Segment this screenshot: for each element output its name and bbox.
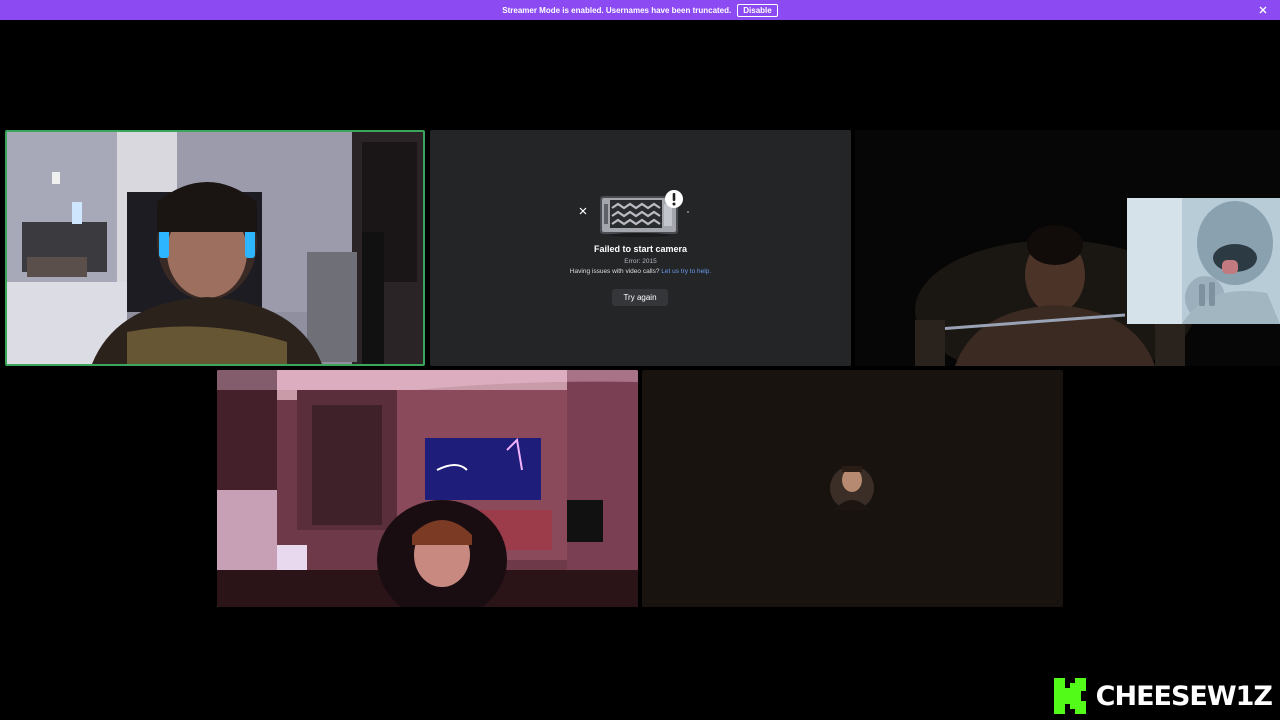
participant-1-video <box>7 132 423 364</box>
camera-help-text: Having issues with video calls? Let us t… <box>430 268 851 275</box>
participant-4-video <box>217 370 638 607</box>
pip-video <box>1127 198 1280 324</box>
banner-close-button[interactable] <box>1256 3 1270 17</box>
video-tile-participant-4[interactable] <box>217 370 638 607</box>
video-call-screen: Streamer Mode is enabled. Usernames have… <box>0 0 1280 720</box>
picture-in-picture-video[interactable] <box>1127 198 1280 324</box>
streamer-watermark: CHEESEW1Z <box>1053 678 1273 714</box>
kick-logo-icon <box>1053 678 1086 714</box>
video-tile-participant-5[interactable] <box>642 370 1063 607</box>
exclamation-icon <box>665 190 683 208</box>
help-link[interactable]: Let us try to help. <box>661 268 711 275</box>
help-prefix: Having issues with video calls? <box>569 268 660 275</box>
banner-message: Streamer Mode is enabled. Usernames have… <box>502 5 732 15</box>
broken-monitor-illustration <box>579 190 689 237</box>
video-tile-participant-1[interactable] <box>5 130 425 366</box>
try-again-button[interactable]: Try again <box>612 289 668 306</box>
streamer-mode-banner: Streamer Mode is enabled. Usernames have… <box>0 0 1280 20</box>
camera-error-code: Error: 2015 <box>624 258 657 265</box>
watermark-text: CHEESEW1Z <box>1095 680 1273 712</box>
camera-error-title: Failed to start camera <box>593 244 688 254</box>
video-tile-camera-error: Failed to start camera Error: 2015 Havin… <box>430 130 851 366</box>
participant-5-avatar-area <box>642 370 1063 607</box>
close-icon <box>1259 6 1267 14</box>
participant-avatar <box>830 466 874 510</box>
disable-button[interactable]: Disable <box>737 3 778 17</box>
